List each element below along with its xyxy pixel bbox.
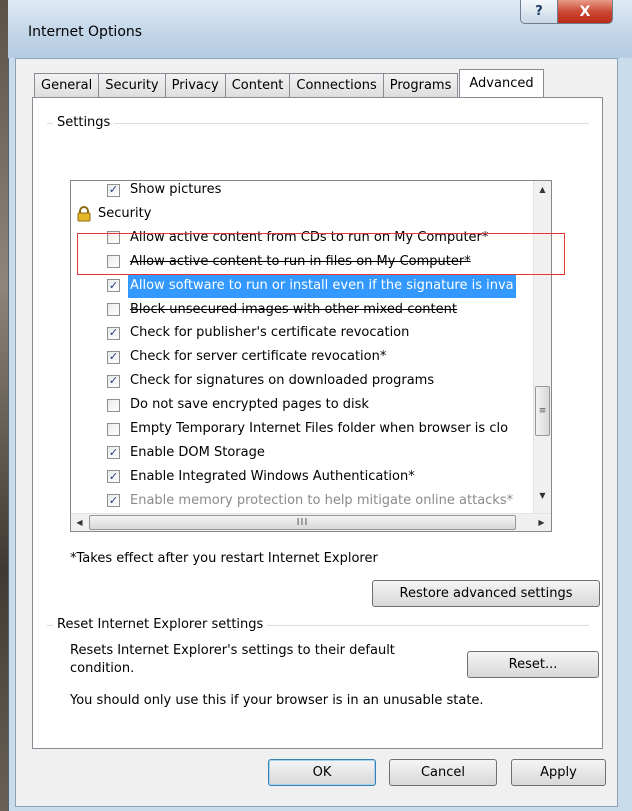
highlight-annotation-box bbox=[77, 233, 565, 275]
horizontal-scroll-thumb[interactable]: III bbox=[89, 515, 516, 530]
setting-label: Block unsecured images with other mixed … bbox=[130, 301, 457, 317]
setting-label: Enable memory protection to help mitigat… bbox=[130, 492, 514, 508]
tab-connections[interactable]: Connections bbox=[289, 73, 384, 97]
grip-icon: III bbox=[296, 517, 309, 528]
tab-advanced[interactable]: Advanced bbox=[459, 69, 544, 97]
checkbox[interactable]: ✓ bbox=[107, 183, 120, 197]
setting-row[interactable]: ✓ Enable memory protection to help mitiga… bbox=[107, 489, 513, 513]
reset-description-line1: Resets Internet Explorer's settings to t… bbox=[70, 643, 395, 658]
vertical-scroll-thumb[interactable]: ≡ bbox=[535, 386, 550, 436]
help-icon: ? bbox=[535, 4, 543, 19]
setting-label: Enable DOM Storage bbox=[130, 444, 265, 460]
setting-row[interactable]: ✓ Enable Integrated Windows Authenticatio… bbox=[107, 465, 415, 489]
scroll-down-icon[interactable]: ▼ bbox=[534, 487, 551, 504]
setting-label: Do not save encrypted pages to disk bbox=[130, 397, 369, 413]
checkbox[interactable]: ✓ bbox=[107, 470, 120, 484]
horizontal-scrollbar[interactable]: ◀ III ▶ bbox=[71, 513, 551, 531]
scroll-left-icon[interactable]: ◀ bbox=[71, 514, 88, 531]
advanced-tab-pane: Settings ✓ Show pictures Security Allow act… bbox=[32, 97, 603, 749]
checkbox[interactable]: ✓ bbox=[107, 374, 120, 388]
setting-label: Show pictures bbox=[130, 182, 222, 197]
setting-row[interactable]: ✓ Allow software to run or install even i… bbox=[107, 273, 516, 298]
setting-label: Check for publisher's certificate revoca… bbox=[130, 325, 410, 341]
setting-row[interactable]: ✓ Check for server certificate revocation… bbox=[107, 345, 386, 369]
checkbox[interactable] bbox=[107, 422, 120, 436]
scroll-up-icon[interactable]: ▲ bbox=[534, 181, 551, 198]
tab-general[interactable]: General bbox=[34, 73, 100, 97]
reset-button[interactable]: Reset... bbox=[467, 651, 599, 678]
checkbox[interactable]: ✓ bbox=[107, 326, 120, 340]
tab-programs[interactable]: Programs bbox=[382, 73, 459, 97]
help-button[interactable]: ? bbox=[520, 0, 558, 24]
setting-label: Check for server certificate revocation* bbox=[130, 349, 387, 365]
setting-label: Check for signatures on downloaded progr… bbox=[130, 373, 435, 389]
reset-warning-text: You should only use this if your browser… bbox=[70, 693, 484, 708]
ok-button[interactable]: OK bbox=[268, 759, 376, 786]
lock-icon bbox=[76, 205, 92, 222]
checkbox[interactable]: ✓ bbox=[107, 350, 120, 364]
checkbox[interactable]: ✓ bbox=[107, 279, 120, 293]
tab-strip: General Security Privacy Content Connect… bbox=[34, 69, 544, 97]
setting-row[interactable]: ✓ Check for publisher's certificate revoc… bbox=[107, 321, 409, 345]
setting-row[interactable]: ✓ Show pictures bbox=[107, 181, 222, 202]
setting-row[interactable]: Block unsecured images with other mixed … bbox=[107, 298, 457, 322]
tab-content[interactable]: Content bbox=[224, 73, 291, 97]
settings-group-line bbox=[47, 123, 589, 124]
setting-label: Security bbox=[98, 205, 152, 221]
checkbox[interactable]: ✓ bbox=[107, 446, 120, 460]
setting-label: Allow software to run or install even if… bbox=[128, 273, 516, 298]
restore-advanced-settings-button[interactable]: Restore advanced settings bbox=[372, 580, 600, 607]
tab-security[interactable]: Security bbox=[98, 73, 166, 97]
apply-button[interactable]: Apply bbox=[511, 759, 606, 786]
checkbox[interactable] bbox=[107, 303, 120, 316]
dialog-client-area: General Security Privacy Content Connect… bbox=[15, 58, 618, 807]
close-icon: X bbox=[579, 3, 591, 20]
setting-row[interactable]: ✓ Enable DOM Storage bbox=[107, 441, 265, 465]
checkbox[interactable]: ✓ bbox=[107, 494, 120, 508]
reset-group-label: Reset Internet Explorer settings bbox=[53, 617, 268, 632]
setting-label: Empty Temporary Internet Files folder wh… bbox=[130, 421, 509, 436]
settings-group-label: Settings bbox=[53, 115, 115, 130]
reset-description-line2: condition. bbox=[70, 661, 135, 676]
scroll-right-icon[interactable]: ▶ bbox=[533, 514, 550, 531]
checkbox[interactable] bbox=[107, 398, 120, 412]
setting-row[interactable]: Empty Temporary Internet Files folder wh… bbox=[107, 417, 508, 441]
setting-row[interactable]: Do not save encrypted pages to disk bbox=[107, 393, 369, 417]
setting-label: Enable Integrated Windows Authentication… bbox=[130, 468, 415, 484]
vertical-scrollbar[interactable]: ▲ ≡ ▼ bbox=[533, 181, 551, 515]
category-row[interactable]: Security bbox=[76, 202, 151, 226]
window-title: Internet Options bbox=[28, 24, 143, 40]
close-button[interactable]: X bbox=[557, 0, 613, 24]
grip-icon: ≡ bbox=[538, 406, 547, 416]
tab-privacy[interactable]: Privacy bbox=[164, 73, 226, 97]
restart-footnote: *Takes effect after you restart Internet… bbox=[70, 551, 378, 566]
cancel-button[interactable]: Cancel bbox=[389, 759, 497, 786]
setting-row[interactable]: ✓ Check for signatures on downloaded prog… bbox=[107, 369, 434, 393]
